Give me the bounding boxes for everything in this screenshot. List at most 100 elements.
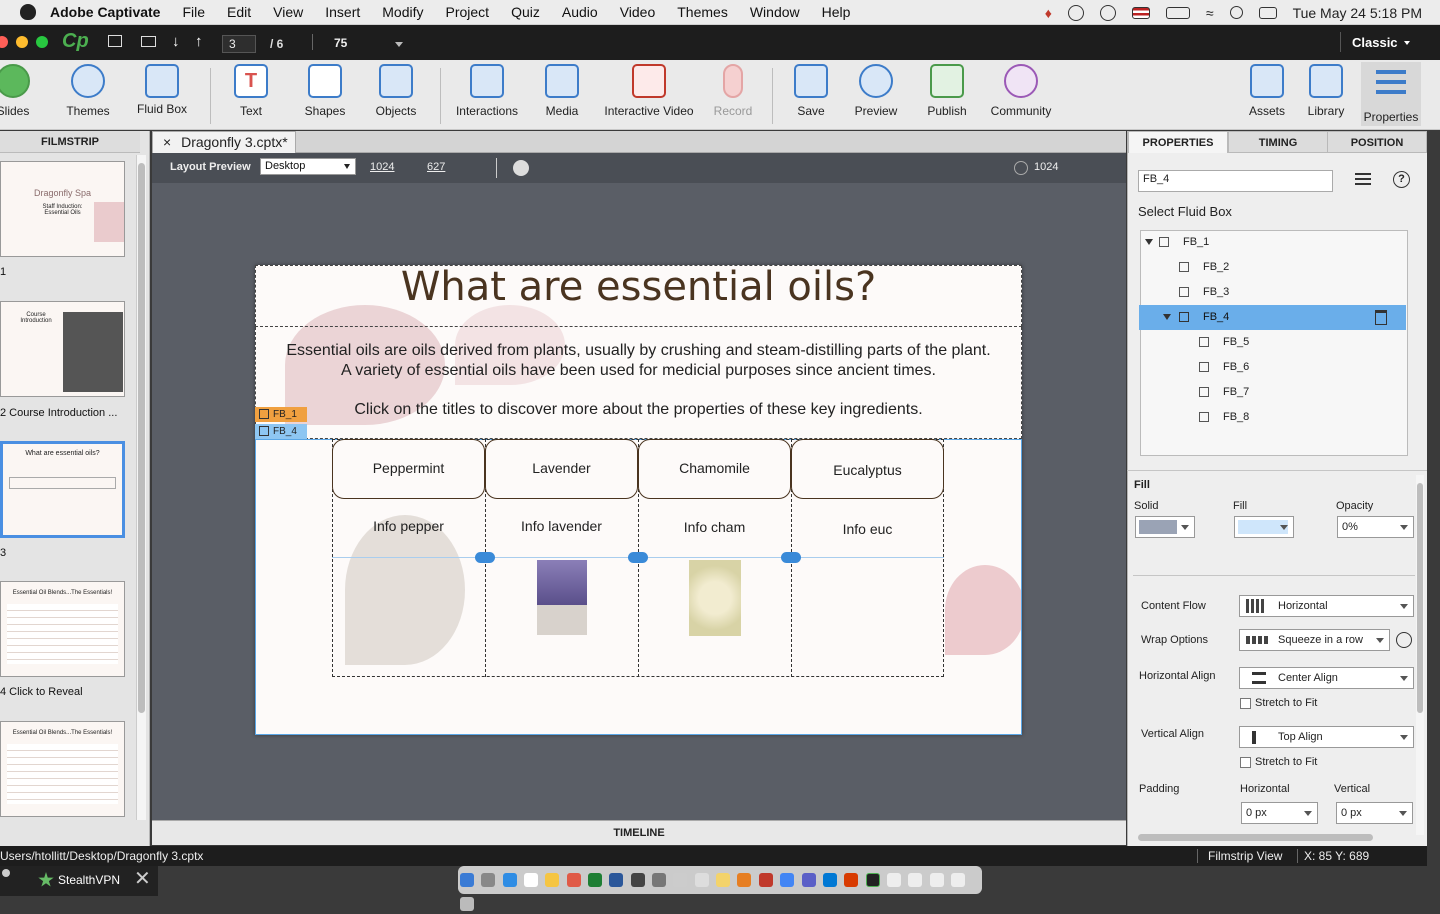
- interactive-video-button[interactable]: Interactive Video: [602, 64, 696, 118]
- lavender-button[interactable]: Lavender: [485, 439, 638, 499]
- app-icon[interactable]: [758, 873, 773, 887]
- fill-color-select[interactable]: [1234, 516, 1294, 538]
- tree-item-fb3[interactable]: FB_3: [1139, 280, 1406, 305]
- menu-audio[interactable]: Audio: [562, 4, 598, 20]
- properties-button[interactable]: Properties: [1361, 62, 1421, 126]
- photos-icon[interactable]: [566, 873, 581, 887]
- slide-thumb-3[interactable]: What are essential oils?: [0, 441, 125, 538]
- slide-body-line1[interactable]: Essential oils are oils derived from pla…: [255, 342, 1022, 360]
- app-icon[interactable]: [673, 873, 688, 887]
- slides-button[interactable]: Slides: [0, 64, 40, 118]
- resize-handle-icon[interactable]: [781, 552, 801, 563]
- peppermint-button[interactable]: Peppermint: [332, 439, 485, 499]
- shapes-button[interactable]: Shapes: [298, 64, 352, 118]
- captivate-icon[interactable]: [865, 873, 880, 887]
- play-icon[interactable]: [1099, 4, 1116, 21]
- zoom-window-icon[interactable]: [36, 36, 48, 48]
- lavender-image[interactable]: [537, 560, 587, 635]
- flag-icon[interactable]: [1131, 6, 1150, 19]
- app-icon[interactable]: [630, 873, 645, 887]
- workspace-dropdown-icon[interactable]: [1404, 41, 1410, 45]
- search-icon[interactable]: [1229, 6, 1243, 19]
- assets-button[interactable]: Assets: [1240, 64, 1294, 118]
- opacity-select[interactable]: 0%: [1337, 516, 1414, 538]
- zoom-dropdown-icon[interactable]: [395, 42, 403, 47]
- info-lavender[interactable]: Info lavender: [485, 518, 638, 534]
- launchpad-icon[interactable]: [481, 873, 496, 887]
- slide-thumb-5[interactable]: Essential Oil Blends...The Essentials!: [0, 721, 125, 817]
- minimize-window-icon[interactable]: [16, 36, 28, 48]
- themes-button[interactable]: Themes: [60, 64, 116, 118]
- horizontal-align-select[interactable]: Center Align: [1239, 667, 1414, 689]
- window-icon[interactable]: [929, 873, 944, 887]
- tree-item-fb1[interactable]: FB_1: [1139, 230, 1406, 255]
- close-window-icon[interactable]: [0, 36, 8, 48]
- tree-item-fb7[interactable]: FB_7: [1139, 380, 1406, 405]
- apple-icon[interactable]: [20, 4, 36, 20]
- app-icon[interactable]: [694, 873, 709, 887]
- record-button[interactable]: Record: [706, 64, 760, 118]
- finder-icon[interactable]: [460, 873, 474, 887]
- slide-thumb-4[interactable]: Essential Oil Blends...The Essentials!: [0, 581, 125, 677]
- excel-icon[interactable]: [588, 873, 603, 887]
- chamomile-button[interactable]: Chamomile: [638, 439, 791, 499]
- tree-item-fb5[interactable]: FB_5: [1139, 330, 1406, 355]
- close-tab-icon[interactable]: ×: [163, 134, 171, 150]
- padding-horizontal-select[interactable]: 0 px: [1241, 802, 1318, 824]
- play-wrap-icon[interactable]: [1396, 632, 1412, 648]
- solid-color-select[interactable]: [1135, 516, 1195, 538]
- window-icon[interactable]: [886, 873, 901, 887]
- app-icon[interactable]: [716, 873, 731, 887]
- media-button[interactable]: Media: [535, 64, 589, 118]
- tab-properties[interactable]: PROPERTIES: [1128, 131, 1228, 153]
- chrome-icon[interactable]: [780, 873, 795, 887]
- community-button[interactable]: Community: [986, 64, 1056, 118]
- gear-icon[interactable]: [2, 869, 10, 877]
- menu-file[interactable]: File: [182, 4, 205, 20]
- object-name-input[interactable]: FB_4: [1138, 170, 1333, 192]
- expand-icon[interactable]: [1163, 314, 1171, 320]
- notes-icon[interactable]: [545, 873, 560, 887]
- teams-icon[interactable]: [801, 873, 816, 887]
- properties-scrollbar[interactable]: [1416, 475, 1424, 835]
- app-icon[interactable]: [737, 873, 752, 887]
- menu-view[interactable]: View: [273, 4, 303, 20]
- scroll-thumb[interactable]: [1417, 483, 1423, 713]
- menu-quiz[interactable]: Quiz: [511, 4, 540, 20]
- chamomile-image[interactable]: [689, 560, 741, 636]
- tree-item-fb4[interactable]: FB_4: [1139, 305, 1406, 330]
- fluid-box-button[interactable]: Fluid Box: [133, 64, 191, 116]
- resize-handle-icon[interactable]: [628, 552, 648, 563]
- tree-item-fb8[interactable]: FB_8: [1139, 405, 1406, 430]
- menu-video[interactable]: Video: [620, 4, 656, 20]
- device-dropdown-icon[interactable]: [344, 164, 350, 169]
- close-icon[interactable]: ✕: [134, 865, 151, 893]
- vpn-widget[interactable]: StealthVPN ✕: [0, 866, 158, 896]
- safari-icon[interactable]: [502, 873, 517, 887]
- filmstrip-scrollbar[interactable]: [136, 155, 146, 820]
- resize-handle-icon[interactable]: [475, 552, 495, 563]
- properties-hscrollbar[interactable]: [1138, 834, 1373, 841]
- slide-number-input[interactable]: 3: [222, 35, 256, 53]
- menu-window[interactable]: Window: [750, 4, 800, 20]
- padding-vertical-select[interactable]: 0 px: [1336, 802, 1413, 824]
- menu-help[interactable]: Help: [822, 4, 851, 20]
- help-icon[interactable]: ?: [1393, 171, 1410, 188]
- tab-timing[interactable]: TIMING: [1228, 131, 1328, 153]
- wrap-options-select[interactable]: Squeeze in a row: [1239, 629, 1390, 651]
- tree-item-fb2[interactable]: FB_2: [1139, 255, 1406, 280]
- slide-canvas[interactable]: What are essential oils? Essential oils …: [255, 265, 1022, 735]
- timeline-bar[interactable]: TIMELINE: [152, 820, 1126, 845]
- ruler-handle-icon[interactable]: [1014, 161, 1028, 175]
- info-eucalyptus[interactable]: Info euc: [791, 521, 944, 537]
- battery-icon[interactable]: [1165, 6, 1190, 19]
- save-button[interactable]: Save: [784, 64, 838, 118]
- slide-thumb-1[interactable]: Dragonfly Spa Staff Induction: Essential…: [0, 161, 125, 257]
- dragonfly-icon[interactable]: ♦: [1045, 5, 1052, 21]
- tree-item-fb6[interactable]: FB_6: [1139, 355, 1406, 380]
- text-button[interactable]: T Text: [224, 64, 278, 118]
- document-tab[interactable]: × Dragonfly 3.cptx*: [152, 131, 296, 153]
- objects-button[interactable]: Objects: [369, 64, 423, 118]
- wifi-icon[interactable]: ≈: [1206, 5, 1214, 21]
- menu-edit[interactable]: Edit: [227, 4, 251, 20]
